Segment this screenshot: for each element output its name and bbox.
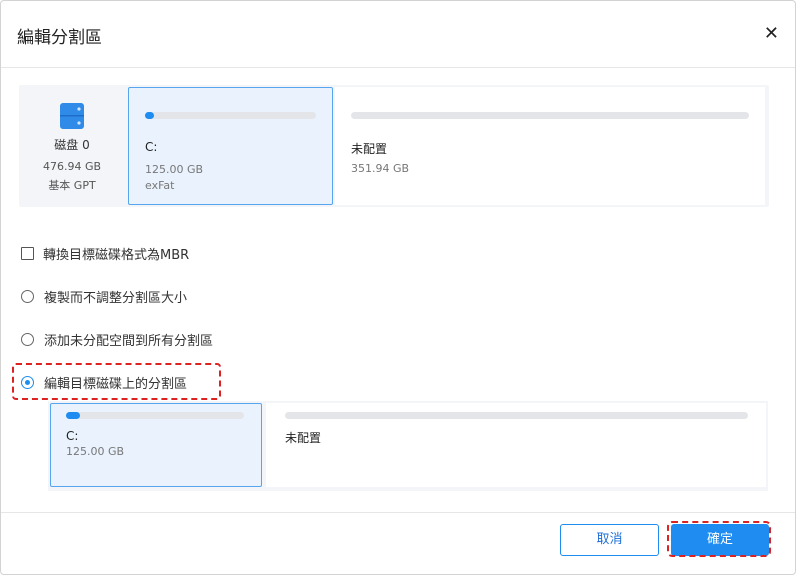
partition-usage-fill	[145, 112, 154, 119]
partition-usage-bar	[66, 412, 244, 419]
partition-usage-fill	[66, 412, 81, 419]
partition-filesystem: exFat	[145, 179, 175, 192]
target-partition-c[interactable]: C: 125.00 GB	[50, 403, 262, 487]
highlight-outline	[12, 363, 221, 400]
header-divider	[1, 67, 795, 68]
add-unallocated-radio[interactable]: 添加未分配空間到所有分割區	[21, 330, 213, 349]
disk-size: 476.94 GB	[42, 160, 102, 173]
partition-size: 125.00 GB	[66, 445, 125, 458]
partition-size: 351.94 GB	[351, 162, 410, 175]
copy-no-resize-radio[interactable]: 複製而不調整分割區大小	[21, 287, 187, 306]
option-label: 添加未分配空間到所有分割區	[44, 334, 214, 349]
option-label: 轉換目標磁碟格式為MBR	[43, 248, 190, 263]
dialog-title: 編輯分割區	[17, 28, 102, 48]
radio-button[interactable]	[21, 333, 34, 346]
partition-label: C:	[145, 140, 158, 154]
partition-usage-bar	[285, 412, 748, 419]
source-partition-unallocated[interactable]: 未配置 351.94 GB	[335, 87, 765, 205]
highlight-outline	[667, 521, 771, 557]
convert-mbr-checkbox[interactable]: 轉換目標磁碟格式為MBR	[21, 244, 189, 263]
partition-label: 未配置	[351, 142, 388, 156]
disk-name: 磁盘 0	[54, 138, 90, 152]
partition-usage-bar	[351, 112, 749, 119]
source-disk-info: 磁盘 0 476.94 GB 基本 GPT	[19, 85, 125, 207]
radio-button[interactable]	[21, 290, 34, 303]
source-partition-c[interactable]: C: 125.00 GB exFat	[128, 87, 333, 205]
cancel-button[interactable]: 取消	[560, 524, 659, 556]
footer-divider	[1, 512, 795, 513]
edit-partition-dialog: 編輯分割區 ✕ 磁盘 0 476.94 GB 基本 GPT C: 125.00 …	[0, 0, 796, 575]
partition-usage-bar	[145, 112, 316, 119]
option-label: 複製而不調整分割區大小	[44, 291, 188, 306]
partition-size: 125.00 GB	[145, 163, 204, 176]
close-icon[interactable]: ✕	[764, 23, 779, 44]
target-partition-unallocated[interactable]: 未配置	[266, 403, 766, 487]
disk-type: 基本 GPT	[48, 179, 96, 192]
disk-icon	[60, 103, 84, 129]
checkbox-box[interactable]	[21, 247, 34, 260]
partition-label: C:	[66, 429, 79, 443]
partition-label: 未配置	[285, 431, 322, 445]
